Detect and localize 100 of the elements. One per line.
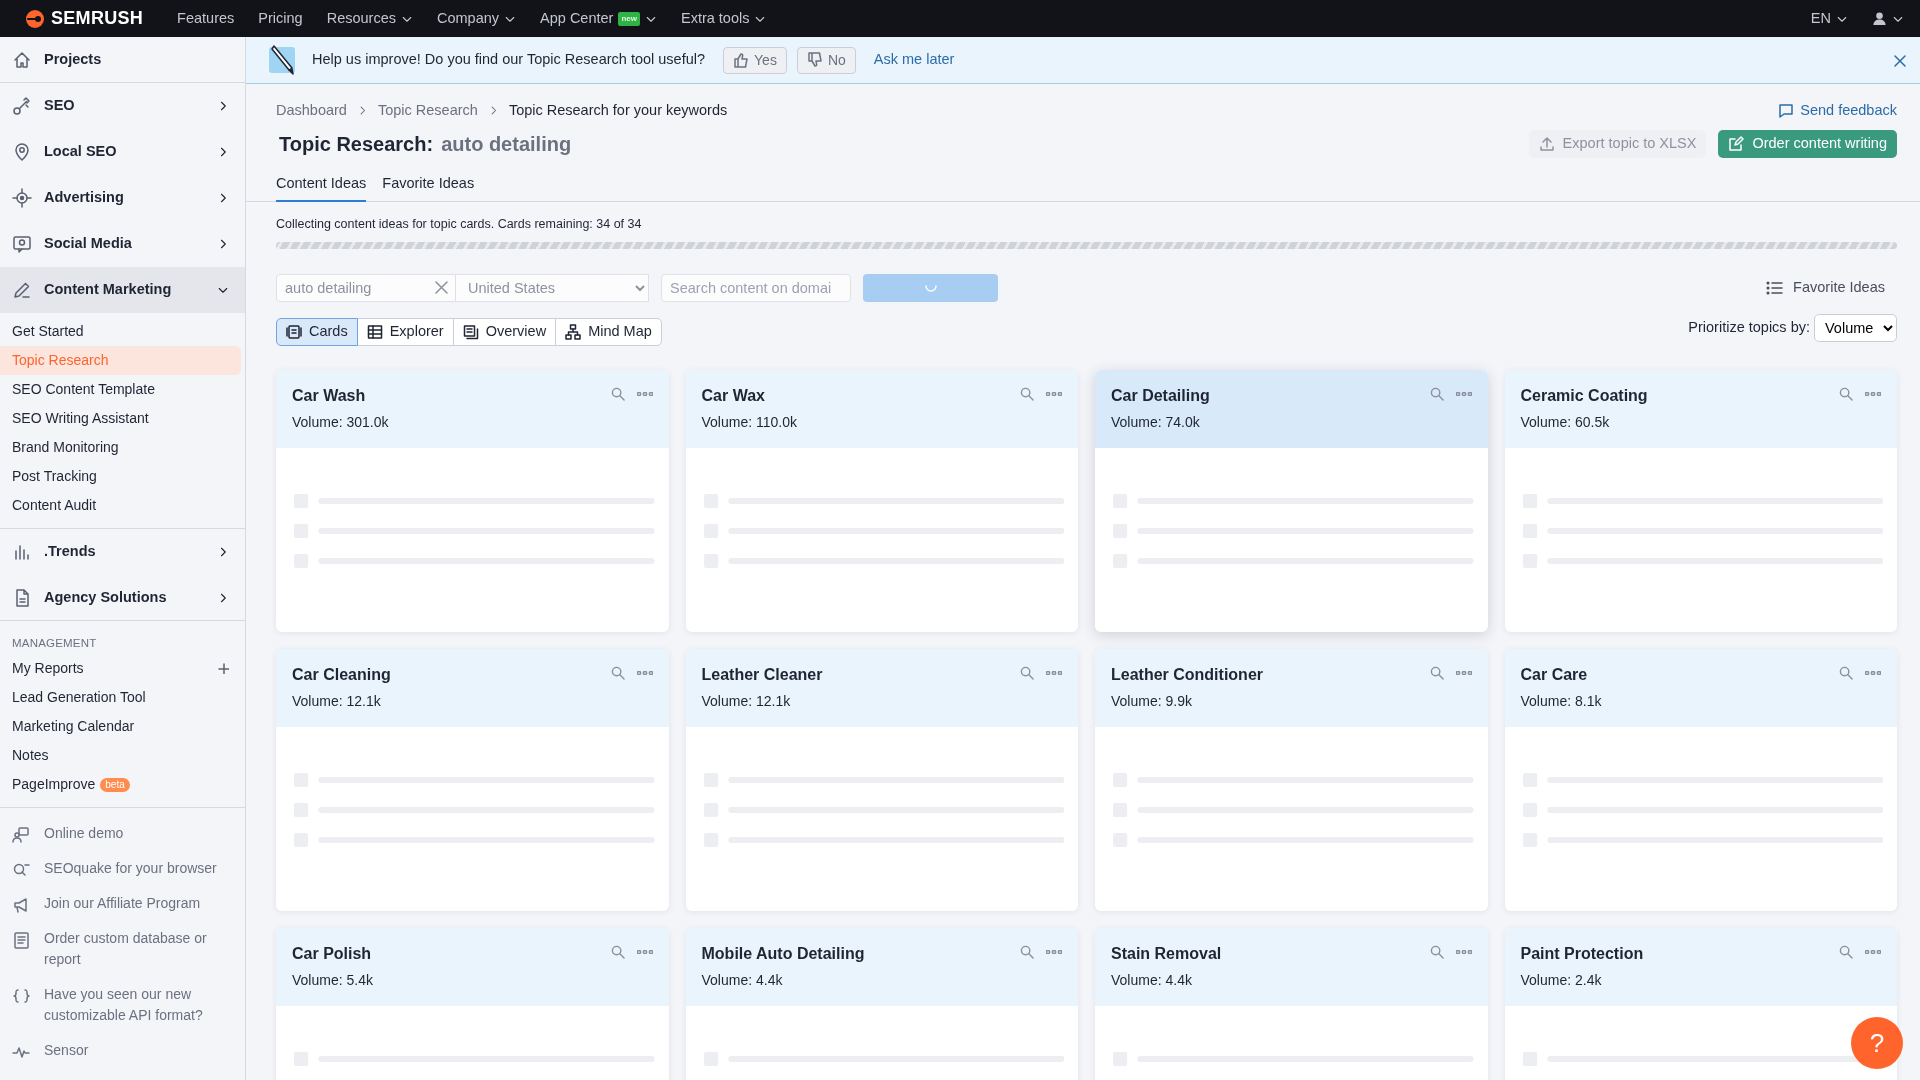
breadcrumb-link[interactable]: Dashboard: [276, 100, 347, 122]
sidebar-link[interactable]: Join our Affiliate Program: [44, 893, 201, 915]
topic-card[interactable]: Ceramic Coating Volume: 60.5k: [1504, 370, 1897, 633]
view-tab[interactable]: Cards: [276, 318, 358, 347]
search-button[interactable]: [1839, 666, 1853, 681]
sidebar-item[interactable]: Agency Solutions: [0, 575, 245, 621]
sidebar-label: .Trends: [44, 542, 97, 562]
more-button[interactable]: [1865, 950, 1881, 955]
sidebar-link[interactable]: Sensor: [44, 1040, 89, 1062]
send-feedback-link[interactable]: Send feedback: [1778, 100, 1897, 122]
beta-badge: beta: [100, 777, 130, 792]
search-button[interactable]: [1429, 666, 1444, 681]
search-button[interactable]: [1429, 387, 1444, 402]
sidebar-item[interactable]: Projects: [0, 37, 245, 83]
sidebar-label: Projects: [44, 49, 103, 69]
search-button[interactable]: [1839, 387, 1853, 402]
sidebar-item[interactable]: Local SEO: [0, 129, 245, 175]
search-button[interactable]: [610, 945, 625, 960]
more-button[interactable]: [636, 950, 653, 955]
ask-later-link[interactable]: Ask me later: [873, 49, 955, 71]
search-icon: [1020, 945, 1034, 960]
sidebar-link[interactable]: Lead Generation Tool: [0, 683, 245, 713]
more-button[interactable]: [1046, 392, 1062, 397]
sidebar-link[interactable]: Marketing Calendar: [0, 712, 245, 742]
sidebar-link[interactable]: Order custom database or report: [44, 928, 233, 971]
search-button[interactable]: [1020, 945, 1034, 960]
topic-card[interactable]: Car Care Volume: 8.1k: [1504, 649, 1897, 912]
sort-select[interactable]: Volume: [1814, 314, 1897, 343]
more-button[interactable]: [636, 671, 653, 676]
sidebar-link[interactable]: Online demo: [44, 823, 124, 845]
more-button[interactable]: [1455, 950, 1472, 955]
logo[interactable]: SEMRUSH: [24, 5, 144, 32]
search-button[interactable]: [610, 666, 625, 681]
tab[interactable]: Content Ideas: [276, 168, 367, 202]
submenu-item[interactable]: SEO Writing Assistant: [0, 404, 241, 433]
more-button[interactable]: [1865, 392, 1881, 397]
nav-link[interactable]: Features: [177, 7, 235, 30]
sidebar-item[interactable]: SEO: [0, 83, 245, 129]
bar-chart-icon: [12, 542, 32, 562]
search-button[interactable]: [1429, 945, 1444, 960]
edit-icon: [1728, 135, 1745, 152]
volume-text: Volume: 2.4k: [1520, 971, 1603, 991]
view-tab[interactable]: Overview: [452, 318, 557, 347]
search-button[interactable]: [1020, 387, 1034, 402]
topic-card[interactable]: Leather Cleaner Volume: 12.1k: [685, 649, 1078, 912]
view-tab[interactable]: Explorer: [356, 318, 454, 347]
yes-button[interactable]: Yes: [723, 46, 787, 74]
topic-card[interactable]: Car Cleaning Volume: 12.1k: [276, 649, 669, 912]
topic-card[interactable]: Car Detailing Volume: 74.0k: [1095, 370, 1488, 633]
submenu-item[interactable]: SEO Content Template: [0, 375, 241, 404]
topic-title: Stain Removal: [1111, 944, 1223, 965]
nav-link[interactable]: Company: [437, 7, 517, 30]
more-icon: [1865, 392, 1881, 397]
nav-link[interactable]: Extra tools: [680, 7, 767, 30]
more-button[interactable]: [1046, 671, 1062, 676]
sidebar-link[interactable]: Have you seen our new customizable API format?: [44, 984, 233, 1027]
more-icon: [1455, 950, 1472, 955]
topic-card[interactable]: Car Wax Volume: 110.0k: [685, 370, 1078, 633]
sidebar-link[interactable]: SEOquake for your browser: [44, 858, 217, 880]
tab[interactable]: Favorite Ideas: [382, 168, 475, 202]
favorite-ideas-link[interactable]: Favorite Ideas: [1766, 277, 1885, 300]
pencil-icon: [268, 44, 298, 76]
view-tab[interactable]: Mind Map: [555, 318, 662, 347]
language-menu[interactable]: EN: [1810, 7, 1848, 30]
close-button[interactable]: [1893, 53, 1906, 67]
sidebar-item[interactable]: Content Marketing: [0, 267, 245, 313]
search-button[interactable]: [1020, 666, 1034, 681]
no-button[interactable]: No: [796, 46, 856, 74]
search-button[interactable]: [1839, 945, 1853, 960]
sidebar-item[interactable]: Social Media: [0, 221, 245, 267]
topic-card[interactable]: Stain Removal Volume: 4.4k: [1095, 928, 1488, 1080]
more-button[interactable]: [1046, 950, 1062, 955]
search-icon: [1839, 666, 1853, 681]
topic-card[interactable]: Car Wash Volume: 301.0k: [276, 370, 669, 633]
submenu-item[interactable]: Post Tracking: [0, 462, 241, 491]
sidebar-item[interactable]: Advertising: [0, 175, 245, 221]
topic-card[interactable]: Mobile Auto Detailing Volume: 4.4k: [685, 928, 1078, 1080]
more-button[interactable]: [636, 392, 653, 397]
nav-link[interactable]: Pricing: [258, 7, 303, 30]
breadcrumb-link[interactable]: Topic Research: [377, 100, 478, 122]
topic-card[interactable]: Car Polish Volume: 5.4k: [276, 928, 669, 1080]
volume-text: Volume: 4.4k: [1111, 971, 1193, 991]
sidebar-link[interactable]: My Reports: [0, 654, 245, 684]
more-button[interactable]: [1865, 671, 1881, 676]
search-icon: [610, 666, 625, 681]
search-icon: [1020, 666, 1034, 681]
more-button[interactable]: [1455, 392, 1472, 397]
submenu-item[interactable]: Content Audit: [0, 491, 241, 520]
nav-link[interactable]: App Center new: [540, 7, 657, 30]
sidebar-item[interactable]: .Trends: [0, 529, 245, 575]
sidebar-link[interactable]: Notes: [0, 741, 245, 771]
search-button[interactable]: [610, 387, 625, 402]
more-button[interactable]: [1455, 671, 1472, 676]
topic-card[interactable]: Leather Conditioner Volume: 9.9k: [1095, 649, 1488, 912]
sidebar-link[interactable]: PageImprove beta: [0, 770, 245, 800]
topic-title: Car Detailing: [1111, 386, 1211, 407]
submenu-item[interactable]: Get Started: [0, 317, 241, 346]
nav-link[interactable]: Resources: [326, 7, 413, 30]
user-menu[interactable]: [1872, 11, 1904, 26]
submenu-item[interactable]: Brand Monitoring: [0, 433, 241, 462]
